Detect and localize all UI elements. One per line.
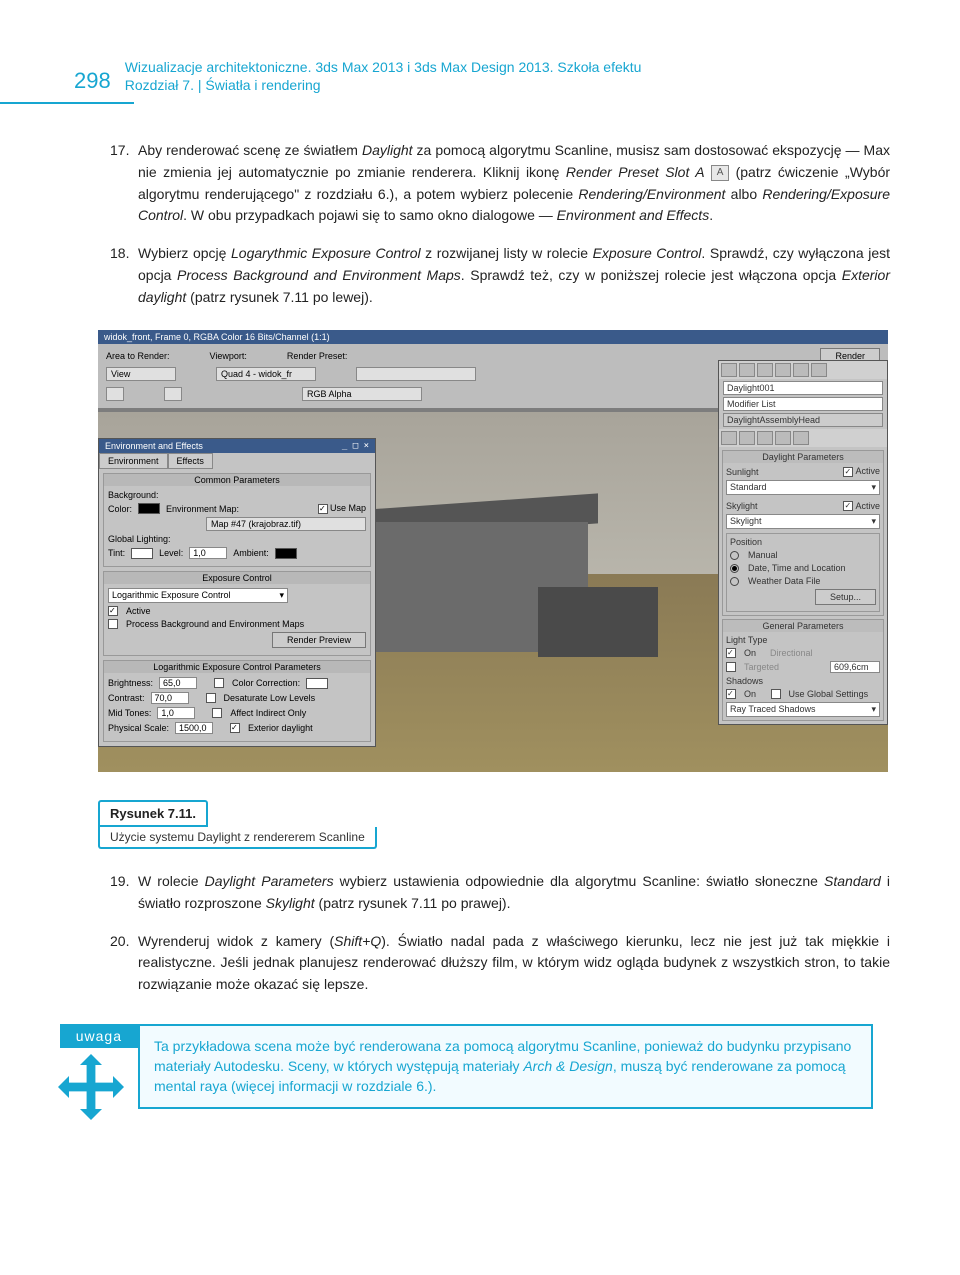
global-lighting-label: Global Lighting: [108,534,366,544]
level-label: Level: [159,548,183,558]
use-map-checkbox[interactable] [318,504,328,514]
position-label: Position [730,537,876,547]
exposure-control-header: Exposure Control [104,572,370,584]
figure-7-11: widok_front, Frame 0, RGBA Color 16 Bits… [98,330,888,772]
desaturate-checkbox[interactable] [206,693,216,703]
ambient-swatch[interactable] [275,548,297,559]
create-tab-icon[interactable] [721,363,737,377]
chapter-line: Rozdział 7. | Światła i rendering [125,76,642,94]
global-settings-checkbox[interactable] [771,689,781,699]
area-to-render-dropdown[interactable]: View [106,367,176,381]
background-label: Background: [108,490,366,500]
daylight-params-header: Daylight Parameters [723,451,883,463]
process-bg-checkbox[interactable] [108,619,118,629]
step-19: 19. W rolecie Daylight Parameters wybier… [138,871,890,914]
book-title: Wizualizacje architektoniczne. 3ds Max 2… [125,58,642,76]
viewport-dropdown[interactable]: Quad 4 - widok_fr [216,367,316,381]
color-swatch[interactable] [138,503,160,514]
active-checkbox[interactable] [108,606,118,616]
step-18: 18. Wybierz opcję Logarythmic Exposure C… [138,243,890,308]
page-header: 298 Wizualizacje architektoniczne. 3ds M… [0,0,960,102]
shadows-on-checkbox[interactable] [726,689,736,699]
modifier-stack-buttons[interactable] [719,429,887,447]
render-preview-button[interactable]: Render Preview [272,632,366,648]
chevron-down-icon: ▾ [871,704,876,715]
color-label: Color: [108,504,132,514]
window-controls[interactable]: _ □ × [342,441,369,451]
sunlight-active-checkbox[interactable] [843,467,853,477]
skylight-active-checkbox[interactable] [843,501,853,511]
render-window-title: widok_front, Frame 0, RGBA Color 16 Bits… [98,330,888,344]
chevron-down-icon: ▾ [871,516,876,527]
common-params-header: Common Parameters [104,474,370,486]
affect-indirect-checkbox[interactable] [212,708,222,718]
page-number: 298 [74,68,111,94]
map-slot-button[interactable]: Map #47 (krajobraz.tif) [206,517,366,531]
modify-panel: Daylight001 Modifier List DaylightAssemb… [718,360,888,725]
exposure-type-dropdown[interactable]: Logarithmic Exposure Control▾ [108,588,288,603]
skylight-type-dropdown[interactable]: Skylight▾ [726,514,880,529]
ambient-label: Ambient: [233,548,269,558]
setup-button[interactable]: Setup... [815,589,876,605]
clone-icon[interactable] [164,387,182,401]
manual-radio[interactable] [730,551,739,560]
tint-label: Tint: [108,548,125,558]
date-time-location-radio[interactable] [730,564,739,573]
modifier-stack-item[interactable]: DaylightAssemblyHead [723,413,883,427]
chevron-down-icon: ▾ [279,590,284,601]
color-correction-checkbox[interactable] [214,678,224,688]
step-num: 20. [110,931,129,953]
command-panel-tabs[interactable] [719,361,887,379]
note-label: uwaga [60,1024,138,1048]
envmap-label: Environment Map: [166,504,239,514]
tab-environment[interactable]: Environment [99,453,168,469]
light-on-checkbox[interactable] [726,648,736,658]
rendered-building [358,492,668,662]
hierarchy-tab-icon[interactable] [757,363,773,377]
viewport-label: Viewport: [210,351,247,361]
targeted-checkbox[interactable] [726,662,736,672]
tint-swatch[interactable] [131,548,153,559]
step-num: 18. [110,243,129,265]
midtones-input[interactable]: 1,0 [157,707,195,719]
render-preset-label: Render Preset: [287,351,348,361]
physical-scale-input[interactable]: 1500,0 [175,722,213,734]
channel-dropdown[interactable]: RGB Alpha [302,387,422,401]
render-preset-dropdown[interactable] [356,367,476,381]
tab-effects[interactable]: Effects [168,453,213,469]
general-params-header: General Parameters [723,620,883,632]
figure-caption-label: Rysunek 7.11. [98,800,208,827]
utilities-tab-icon[interactable] [811,363,827,377]
target-dist-input[interactable]: 609,6cm [830,661,880,673]
env-title: Environment and Effects [105,441,203,451]
note-box: uwaga Ta przykładowa scena może być rend… [52,1024,960,1109]
area-to-render-label: Area to Render: [106,351,170,361]
step-num: 17. [110,140,129,162]
note-body: Ta przykładowa scena może być renderowan… [138,1024,873,1109]
weather-data-radio[interactable] [730,577,739,586]
step-20: 20. Wyrenderuj widok z kamery (Shift+Q).… [138,931,890,996]
modify-tab-icon[interactable] [739,363,755,377]
preset-slot-icon: A [711,165,729,181]
contrast-input[interactable]: 70,0 [151,692,189,704]
light-type-label: Light Type [726,635,880,645]
step-17: 17. Aby renderować scenę ze światłem Day… [138,140,890,227]
log-exposure-params-header: Logarithmic Exposure Control Parameters [104,661,370,673]
shadow-type-dropdown[interactable]: Ray Traced Shadows▾ [726,702,880,717]
brightness-input[interactable]: 65,0 [159,677,197,689]
level-input[interactable]: 1,0 [189,547,227,559]
display-tab-icon[interactable] [793,363,809,377]
environment-effects-window: Environment and Effects _ □ × Environmen… [98,438,376,747]
step-num: 19. [110,871,129,893]
motion-tab-icon[interactable] [775,363,791,377]
shadows-label: Shadows [726,676,880,686]
modifier-list-dropdown[interactable]: Modifier List [723,397,883,411]
exterior-daylight-checkbox[interactable] [230,723,240,733]
save-image-icon[interactable] [106,387,124,401]
object-name-field[interactable]: Daylight001 [723,381,883,395]
chevron-down-icon: ▾ [871,482,876,493]
note-arrow-icon [58,1054,124,1120]
figure-caption-text: Użycie systemu Daylight z rendererem Sca… [98,827,377,849]
sunlight-type-dropdown[interactable]: Standard▾ [726,480,880,495]
